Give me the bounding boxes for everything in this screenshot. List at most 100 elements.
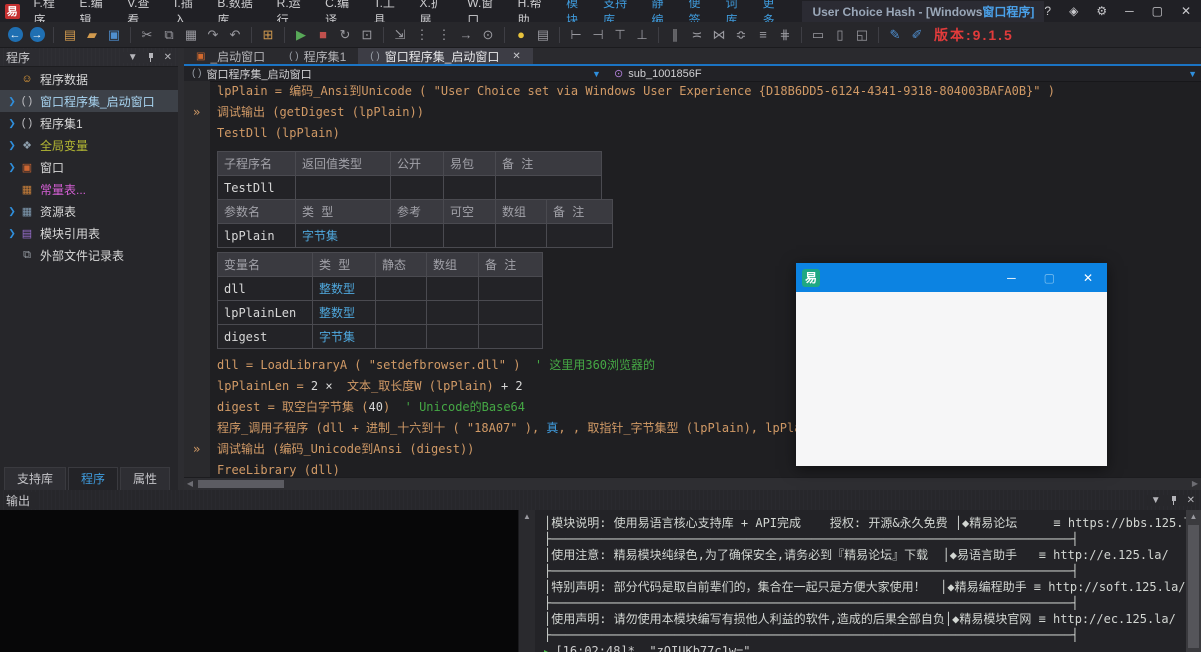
center-h-icon[interactable]: ⋈	[708, 25, 730, 45]
output-pin-icon[interactable]	[1170, 495, 1178, 505]
chevron-right-icon[interactable]: ❯	[5, 96, 19, 107]
table-cell[interactable]: digest	[218, 325, 313, 349]
scroll-up-icon[interactable]: ▲	[519, 510, 535, 524]
table-cell[interactable]	[376, 301, 427, 325]
save-icon[interactable]: ▣	[103, 25, 125, 45]
breadcrumb-scope[interactable]: 窗口程序集_启动窗口	[206, 66, 311, 82]
table-cell[interactable]	[427, 277, 479, 301]
code-line[interactable]: lpPlain = 编码_Ansi到Unicode ( "User Choice…	[184, 81, 1201, 102]
running-app-titlebar[interactable]: 易 ─▢✕	[796, 263, 1107, 292]
table-cell[interactable]: 字节集	[296, 224, 391, 248]
redo-icon[interactable]: ↷	[202, 25, 224, 45]
same-width-icon[interactable]: ≡	[752, 25, 774, 45]
debug-run-icon[interactable]: ⇲	[389, 25, 411, 45]
sidebar-tab-0[interactable]: 支持库	[4, 467, 66, 490]
table-cell[interactable]	[479, 325, 543, 349]
table-header-cell[interactable]: 子程序名	[218, 152, 296, 176]
table-header-cell[interactable]: 可空	[444, 200, 496, 224]
table-header-cell[interactable]: 参考	[391, 200, 444, 224]
table-header-cell[interactable]: 类 型	[296, 200, 391, 224]
panel-dropdown-icon[interactable]: ▼	[128, 52, 138, 63]
table-header-cell[interactable]: 数组	[496, 200, 547, 224]
vscroll-thumb[interactable]	[1188, 525, 1199, 648]
scroll-right-icon[interactable]: ▶	[1189, 478, 1201, 490]
tree-item-global-vars[interactable]: ❯❖全局变量	[0, 134, 178, 156]
table-header-cell[interactable]: 参数名	[218, 200, 296, 224]
back-icon[interactable]: ←	[4, 25, 26, 45]
help-icon[interactable]: ?	[1044, 4, 1051, 18]
table-cell[interactable]	[391, 224, 444, 248]
table-cell[interactable]: lpPlain	[218, 224, 296, 248]
space-h-icon[interactable]: ∥	[664, 25, 686, 45]
chevron-right-icon[interactable]: ❯	[5, 118, 19, 129]
table-cell[interactable]: dll	[218, 277, 313, 301]
same-size-icon[interactable]: ▭	[807, 25, 829, 45]
table-cell[interactable]	[496, 176, 602, 200]
add-folder-icon[interactable]: ⊞	[257, 25, 279, 45]
tree-item-window-program-set[interactable]: ❯( )窗口程序集_启动窗口	[0, 90, 178, 112]
output-list-area[interactable]	[0, 510, 518, 652]
table-cell[interactable]	[496, 224, 547, 248]
tree-item-external-file-table[interactable]: ⧉外部文件记录表	[0, 244, 178, 266]
table-header-cell[interactable]: 返回值类型	[296, 152, 391, 176]
tree-item-window[interactable]: ❯▣窗口	[0, 156, 178, 178]
hscroll-thumb[interactable]	[198, 480, 284, 488]
tree-item-program-data[interactable]: ☺程序数据	[0, 68, 178, 90]
new-file-icon[interactable]: ▤	[59, 25, 81, 45]
table-cell[interactable]	[444, 176, 496, 200]
table-cell[interactable]: 整数型	[313, 277, 376, 301]
minimize-icon[interactable]: ─	[1007, 271, 1016, 285]
table-header-cell[interactable]: 变量名	[218, 253, 313, 277]
table-cell[interactable]	[427, 325, 479, 349]
editor-tab-1[interactable]: ( )程序集1	[277, 48, 358, 64]
table-header-cell[interactable]: 备 注	[547, 200, 613, 224]
stop-icon[interactable]: ■	[312, 25, 334, 45]
minimize-icon[interactable]: ─	[1125, 4, 1134, 18]
align-bottom-icon[interactable]: ⊥	[631, 25, 653, 45]
tree-item-module-ref-table[interactable]: ❯▤模块引用表	[0, 222, 178, 244]
center-v-icon[interactable]: ≎	[730, 25, 752, 45]
code-line[interactable]: »调试输出 (getDigest (lpPlain))	[184, 102, 1201, 123]
editor-tab-0[interactable]: ▣_启动窗口	[184, 48, 277, 64]
output-close-icon[interactable]: ✕	[1187, 495, 1195, 506]
output-mid-scrollbar[interactable]: ▲	[518, 510, 535, 652]
chevron-right-icon[interactable]: ❯	[5, 140, 19, 151]
table-header-cell[interactable]: 公开	[391, 152, 444, 176]
tab-close-icon[interactable]: ✕	[512, 51, 520, 62]
output-vscrollbar[interactable]: ▲	[1186, 510, 1201, 652]
space-v-icon[interactable]: ≍	[686, 25, 708, 45]
theme-icon[interactable]: ◈	[1069, 4, 1078, 18]
table-header-cell[interactable]: 备 注	[496, 152, 602, 176]
align-left-icon[interactable]: ⊢	[565, 25, 587, 45]
table-cell[interactable]	[547, 224, 613, 248]
panel-close-icon[interactable]: ✕	[164, 52, 172, 63]
note-icon[interactable]: ▤	[532, 25, 554, 45]
sidebar-tab-1[interactable]: 程序	[68, 467, 118, 490]
copy-icon[interactable]: ⧉	[158, 25, 180, 45]
output-dropdown-icon[interactable]: ▼	[1151, 495, 1161, 506]
table-cell[interactable]	[427, 301, 479, 325]
table-header-cell[interactable]: 数组	[427, 253, 479, 277]
scope-dropdown-icon[interactable]: ▼	[592, 69, 601, 79]
editor-tab-2[interactable]: ( )窗口程序集_启动窗口✕	[358, 48, 533, 64]
undo-icon[interactable]: ↶	[224, 25, 246, 45]
restart-icon[interactable]: ↻	[334, 25, 356, 45]
bulb-icon[interactable]: ●	[510, 25, 532, 45]
chevron-right-icon[interactable]: ❯	[5, 162, 19, 173]
align-right-icon[interactable]: ⊣	[587, 25, 609, 45]
unlock-icon[interactable]: ⊙	[477, 25, 499, 45]
tools-icon[interactable]: ✐	[906, 25, 928, 45]
table-cell[interactable]: lpPlainLen	[218, 301, 313, 325]
table-cell[interactable]: TestDll	[218, 176, 296, 200]
cut-icon[interactable]: ✂	[136, 25, 158, 45]
table-cell[interactable]	[444, 224, 496, 248]
same-height-icon[interactable]: ⋕	[774, 25, 796, 45]
fit-icon[interactable]: ▯	[829, 25, 851, 45]
table-cell[interactable]	[376, 277, 427, 301]
settings-icon[interactable]: ⚙	[1096, 4, 1107, 18]
code-line[interactable]: TestDll (lpPlain)	[184, 123, 1201, 144]
table-cell[interactable]	[391, 176, 444, 200]
close-icon[interactable]: ✕	[1083, 271, 1093, 285]
table-cell[interactable]	[479, 301, 543, 325]
table-header-cell[interactable]: 易包	[444, 152, 496, 176]
